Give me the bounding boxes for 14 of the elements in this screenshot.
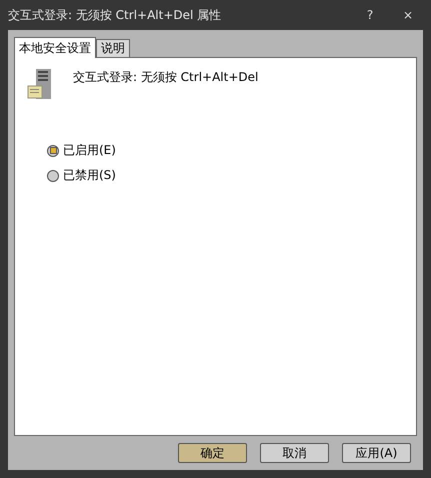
option-label: 已启用(E): [63, 142, 116, 159]
help-button[interactable]: ?: [355, 8, 385, 22]
window-title: 交互式登录: 无须按 Ctrl+Alt+Del 属性: [8, 6, 222, 24]
tab[interactable]: 说明: [96, 39, 130, 57]
radio-button[interactable]: [47, 144, 59, 156]
dialog-button[interactable]: 应用(A): [342, 443, 411, 463]
radio-button[interactable]: [47, 170, 59, 182]
dialog-button[interactable]: 取消: [260, 443, 329, 463]
option-label: 已禁用(S): [63, 167, 116, 184]
policy-name: 交互式登录: 无须按 Ctrl+Alt+Del: [73, 69, 258, 86]
close-button[interactable]: ×: [393, 8, 423, 22]
tab[interactable]: 本地安全设置: [14, 37, 96, 58]
dialog-button[interactable]: 确定: [178, 443, 247, 463]
server-icon: [27, 68, 53, 100]
